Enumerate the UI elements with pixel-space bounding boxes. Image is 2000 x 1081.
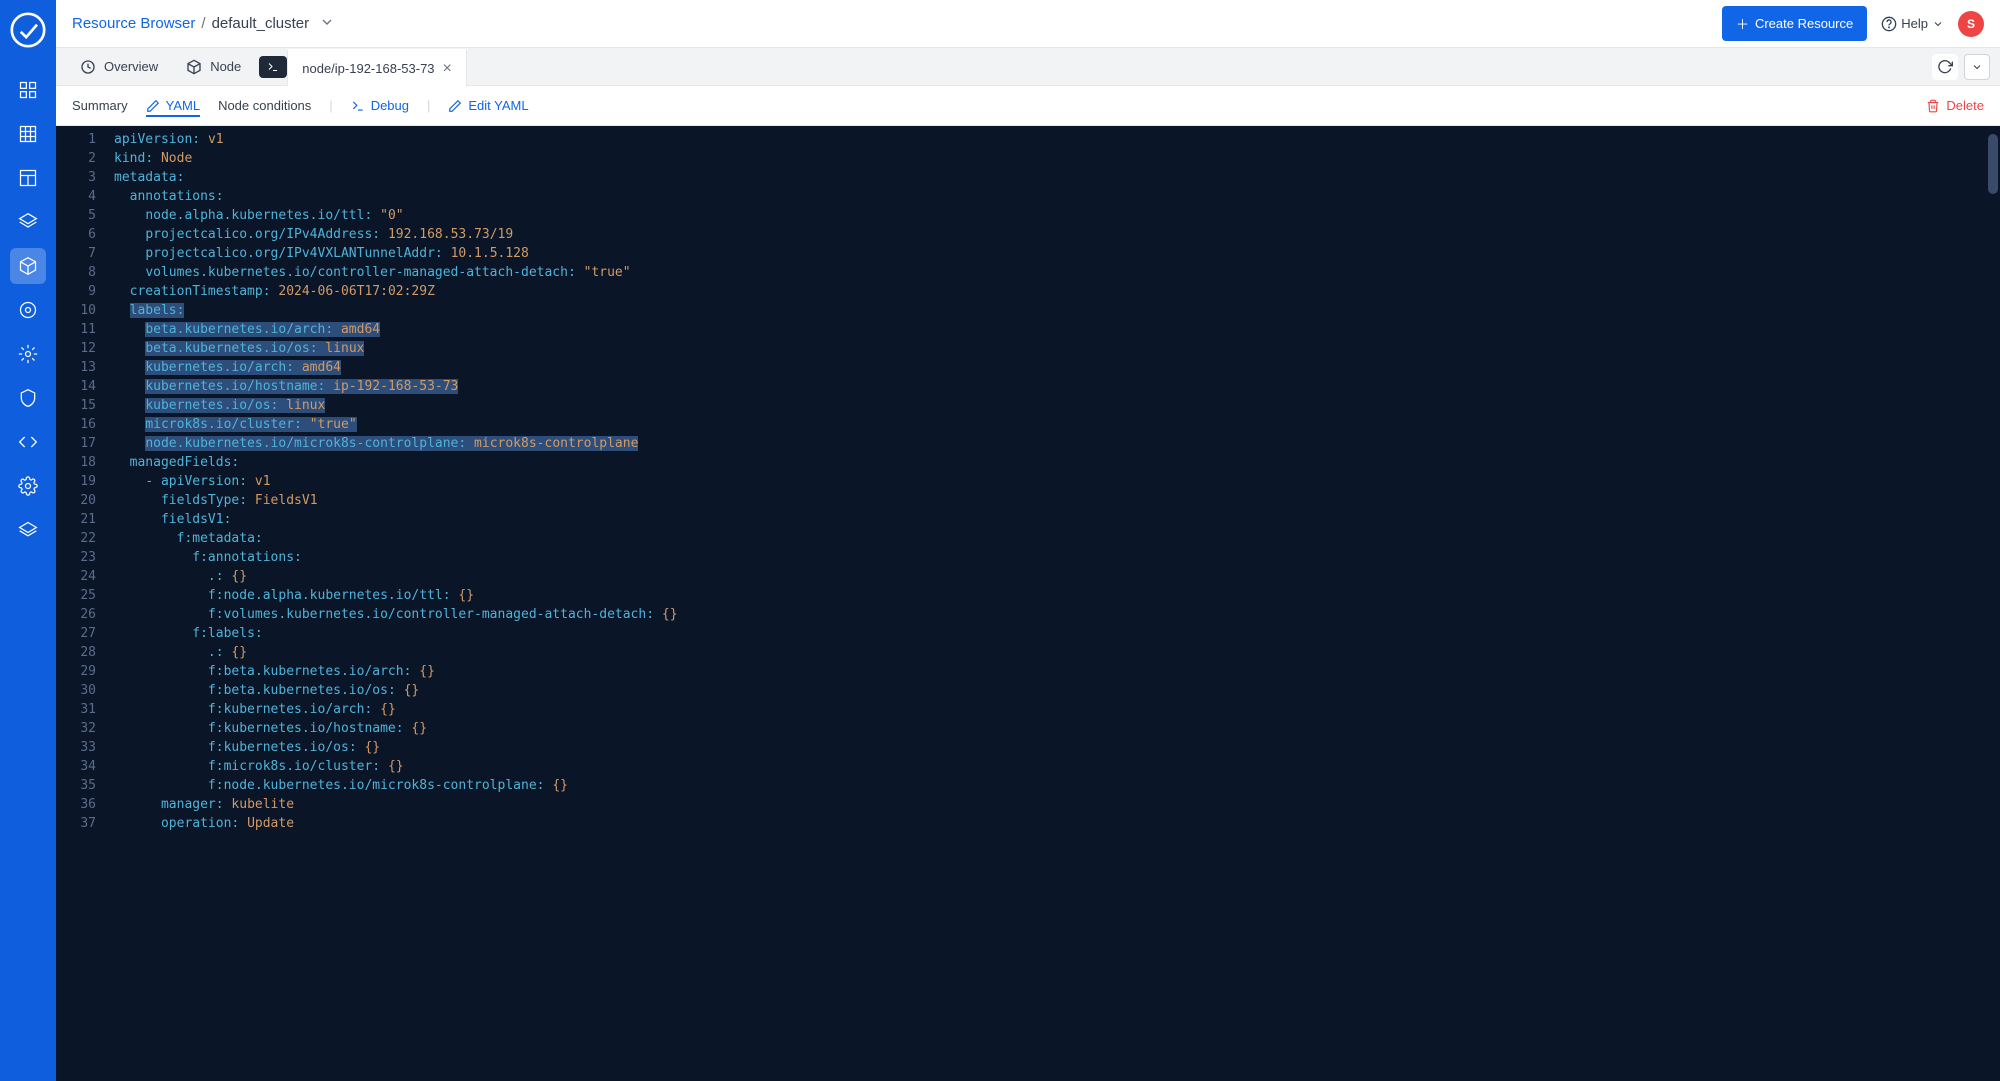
app-logo[interactable] bbox=[10, 12, 46, 48]
create-resource-button[interactable]: ＋ Create Resource bbox=[1722, 6, 1867, 41]
subtabs: Summary YAML Node conditions | Debug | E… bbox=[56, 86, 2000, 126]
tab-active-label: node/ip-192-168-53-73 bbox=[302, 61, 434, 76]
subtab-yaml[interactable]: YAML bbox=[146, 94, 200, 117]
dropdown-button[interactable] bbox=[1964, 54, 1990, 80]
cube-icon bbox=[186, 59, 202, 75]
nav-code-icon[interactable] bbox=[10, 424, 46, 460]
left-sidebar bbox=[0, 0, 56, 1081]
tab-node-detail[interactable]: node/ip-192-168-53-73 × bbox=[287, 49, 467, 86]
nav-apps-icon[interactable] bbox=[10, 72, 46, 108]
plus-icon: ＋ bbox=[1736, 14, 1749, 33]
separator: | bbox=[427, 98, 430, 113]
breadcrumb-sep: / bbox=[201, 15, 205, 32]
nav-layers-icon[interactable] bbox=[10, 512, 46, 548]
subtab-yaml-label: YAML bbox=[166, 98, 200, 113]
pencil-icon bbox=[146, 99, 160, 113]
nav-grid-icon[interactable] bbox=[10, 116, 46, 152]
create-resource-label: Create Resource bbox=[1755, 16, 1853, 31]
subtab-edit-label: Edit YAML bbox=[468, 98, 528, 113]
chevron-down-icon bbox=[1932, 18, 1944, 30]
topbar: Resource Browser / default_cluster ＋ Cre… bbox=[56, 0, 2000, 48]
nav-shield-icon[interactable] bbox=[10, 380, 46, 416]
close-icon[interactable]: × bbox=[443, 61, 452, 77]
tab-node[interactable]: Node bbox=[172, 48, 255, 85]
editor-code[interactable]: apiVersion: v1kind: Nodemetadata: annota… bbox=[106, 126, 2000, 1081]
breadcrumb-current[interactable]: default_cluster bbox=[212, 15, 310, 32]
scrollbar-thumb[interactable] bbox=[1988, 134, 1998, 194]
yaml-editor[interactable]: 1234567891011121314151617181920212223242… bbox=[56, 126, 2000, 1081]
nav-target-icon[interactable] bbox=[10, 292, 46, 328]
terminal-icon bbox=[351, 99, 365, 113]
separator: | bbox=[329, 98, 332, 113]
tab-overview-label: Overview bbox=[104, 59, 158, 74]
help-icon bbox=[1881, 16, 1897, 32]
subtab-conditions[interactable]: Node conditions bbox=[218, 94, 311, 117]
tab-node-label: Node bbox=[210, 59, 241, 74]
pencil-icon bbox=[448, 99, 462, 113]
nav-window-icon[interactable] bbox=[10, 160, 46, 196]
nav-gear-icon[interactable] bbox=[10, 468, 46, 504]
subtab-summary[interactable]: Summary bbox=[72, 94, 128, 117]
tabs-row: Overview Node node/ip-192-168-53-73 × bbox=[56, 48, 2000, 86]
breadcrumb-root[interactable]: Resource Browser bbox=[72, 15, 195, 32]
tab-overview[interactable]: Overview bbox=[66, 48, 172, 85]
subtab-edit-yaml[interactable]: Edit YAML bbox=[448, 94, 528, 117]
chevron-down-icon[interactable] bbox=[319, 14, 335, 34]
nav-settings-icon[interactable] bbox=[10, 336, 46, 372]
subtab-debug-label: Debug bbox=[371, 98, 409, 113]
help-label: Help bbox=[1901, 16, 1928, 31]
nav-cube-icon[interactable] bbox=[10, 248, 46, 284]
breadcrumb: Resource Browser / default_cluster bbox=[72, 14, 335, 34]
nav-stack-icon[interactable] bbox=[10, 204, 46, 240]
subtab-debug[interactable]: Debug bbox=[351, 94, 409, 117]
editor-gutter: 1234567891011121314151617181920212223242… bbox=[56, 126, 106, 1081]
delete-button[interactable]: Delete bbox=[1926, 98, 1984, 113]
delete-label: Delete bbox=[1946, 98, 1984, 113]
refresh-button[interactable] bbox=[1932, 54, 1958, 80]
avatar[interactable]: S bbox=[1958, 11, 1984, 37]
terminal-tab-button[interactable] bbox=[259, 56, 287, 78]
overview-icon bbox=[80, 59, 96, 75]
help-button[interactable]: Help bbox=[1881, 16, 1944, 32]
trash-icon bbox=[1926, 99, 1940, 113]
